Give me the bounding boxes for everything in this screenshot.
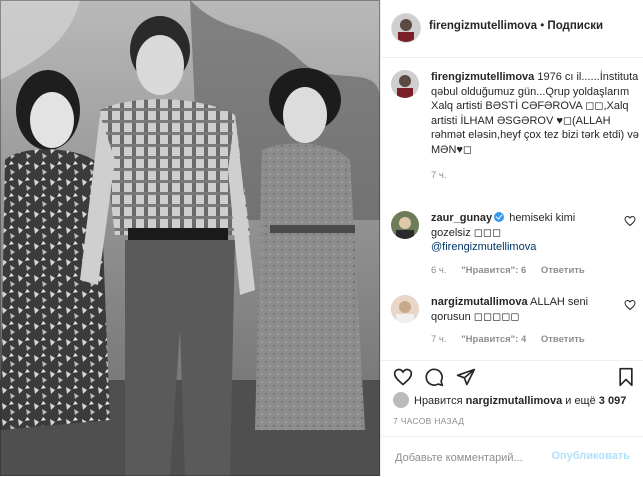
comment-composer: Опубликовать [381,436,643,477]
comments-list[interactable]: firengizmutellimova 1976 cı il......İnst… [381,58,643,360]
commenter-avatar[interactable] [391,211,419,239]
share-icon[interactable] [456,367,476,387]
bookmark-icon[interactable] [616,367,636,387]
likes-prefix: Нравится [414,395,466,407]
comment-time[interactable]: 6 ч. [431,265,447,276]
comment-username[interactable]: nargizmutallimova [431,296,528,308]
publish-button[interactable]: Опубликовать [551,450,630,462]
comment-likes[interactable]: "Нравится": 4 [461,334,526,345]
author-username[interactable]: firengizmutellimova [429,20,537,32]
reply-button[interactable]: Ответить [541,334,585,345]
header-line: firengizmutellimova • Подписки [429,20,603,32]
comment-heart-icon[interactable] [624,215,636,227]
post-timestamp[interactable]: 7 ЧАСОВ НАЗАД [393,416,464,426]
reply-button[interactable]: Ответить [541,265,585,276]
comment-mention[interactable]: @firengizmutellimova [431,240,616,255]
comment-username[interactable]: zaur_gunay [431,212,492,224]
caption-text: 1976 cı il......İnstituta qəbul olduğumu… [431,71,639,156]
comment-time[interactable]: 7 ч. [431,334,447,345]
likes-middle: и ещё [562,395,599,407]
separator: • [537,20,548,32]
comment-heart-icon[interactable] [624,299,636,311]
caption-avatar[interactable] [391,70,419,98]
verified-badge-icon [494,212,505,222]
heart-icon[interactable] [393,367,413,387]
black-and-white-photo [0,0,380,476]
comment-icon[interactable] [424,367,444,387]
action-bar [381,360,643,391]
liker-username[interactable]: nargizmutallimova [466,395,563,407]
post-header: firengizmutellimova • Подписки [381,0,643,58]
caption-username[interactable]: firengizmutellimova [431,71,534,83]
post-photo[interactable] [0,0,380,476]
post-side-panel: firengizmutellimova • Подписки firengizm… [380,0,643,476]
following-button[interactable]: Подписки [547,20,603,32]
instagram-post-modal: firengizmutellimova • Подписки firengizm… [0,0,643,476]
caption-time[interactable]: 7 ч. [431,170,447,181]
commenter-avatar[interactable] [391,295,419,323]
comment-input[interactable] [393,447,567,469]
comment-likes[interactable]: "Нравится": 6 [461,265,526,276]
likes-count[interactable]: 3 097 [599,395,627,407]
author-avatar[interactable] [391,13,421,43]
likes-summary: Нравится nargizmutallimova и ещё 3 097 [393,392,626,408]
liker-avatar[interactable] [393,392,409,408]
